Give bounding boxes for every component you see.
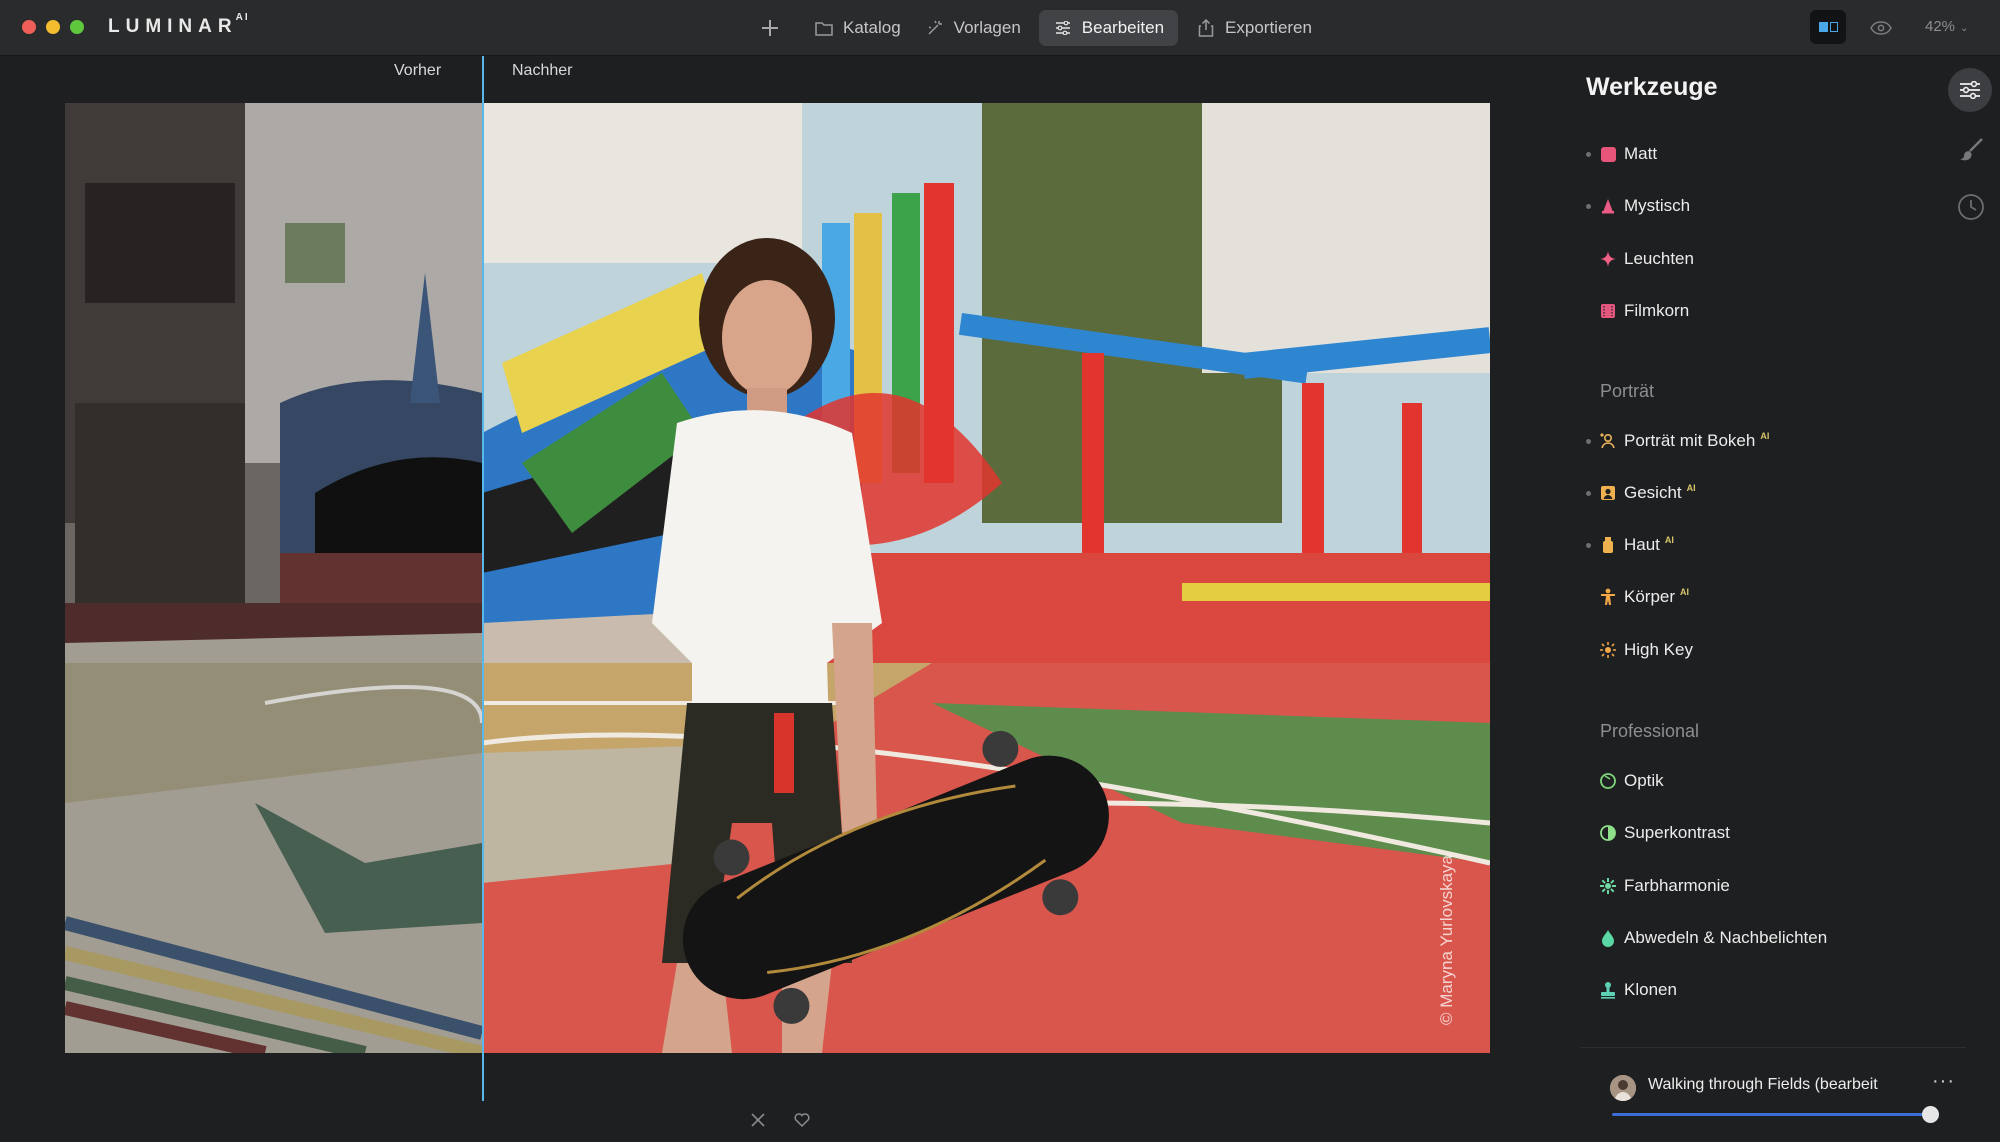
tab-katalog[interactable]: Katalog: [802, 10, 913, 46]
tab-exportieren[interactable]: Exportieren: [1184, 10, 1324, 46]
tool-label: Gesicht: [1624, 483, 1682, 502]
sparkle-icon: [925, 19, 945, 37]
brush-tab-button[interactable]: [1955, 134, 1987, 166]
window-minimize-button[interactable]: [46, 20, 60, 34]
ai-badge: AI: [1760, 431, 1770, 442]
tool-label: Farbharmonie: [1624, 876, 1730, 895]
photo-watermark: © Maryna Yurlovskaya: [1437, 854, 1456, 1025]
photo-before: [65, 103, 482, 1053]
tool-label: Haut: [1624, 535, 1660, 554]
preset-amount-slider-thumb[interactable]: [1922, 1106, 1939, 1123]
chevron-down-icon: ⌄: [1960, 23, 1969, 34]
before-after-split-handle[interactable]: [482, 56, 484, 1101]
compare-view-icon: [1818, 22, 1828, 32]
eye-icon: [1870, 21, 1892, 35]
color-harmony-icon: [1598, 876, 1618, 896]
after-label: Nachher: [512, 62, 573, 79]
panel-title: Werkzeuge: [1586, 73, 1718, 101]
window-close-button[interactable]: [22, 20, 36, 34]
optics-icon: [1598, 771, 1618, 791]
section-portrait[interactable]: Porträt: [1600, 381, 1654, 402]
clone-stamp-icon: [1598, 980, 1618, 1000]
photo-after: [482, 103, 1490, 1053]
photo-actions: [748, 1110, 812, 1130]
tool-label: Körper: [1624, 587, 1676, 606]
skin-icon: [1598, 535, 1618, 555]
close-icon: [751, 1113, 765, 1127]
tool-label: Filmkorn: [1624, 301, 1690, 320]
photo-canvas[interactable]: [65, 103, 1490, 1053]
applied-preset: Walking through Fields (bearbeit ···: [1580, 1047, 1966, 1142]
high-key-icon: [1598, 640, 1618, 660]
favorite-button[interactable]: [792, 1110, 812, 1130]
face-icon: [1598, 483, 1618, 503]
tab-katalog-label: Katalog: [843, 18, 901, 37]
ai-badge: AI: [1686, 483, 1696, 494]
ai-badge: AI: [1664, 535, 1674, 546]
brand-suffix: AI: [235, 11, 250, 23]
body-icon: [1598, 587, 1618, 607]
tool-label: Superkontrast: [1624, 823, 1730, 842]
film-grain-icon: [1598, 301, 1618, 321]
preset-amount-slider[interactable]: [1612, 1113, 1930, 1116]
tool-label: Optik: [1624, 771, 1664, 790]
sliders-icon: [1960, 81, 1980, 99]
portrait-bokeh-icon: [1598, 431, 1618, 451]
dodge-burn-icon: [1598, 928, 1618, 948]
brand-name: LUMINAR: [108, 16, 238, 37]
sliders-icon: [1053, 21, 1073, 35]
glow-icon: [1598, 249, 1618, 269]
tab-vorlagen[interactable]: Vorlagen: [913, 10, 1033, 46]
window-zoom-button[interactable]: [70, 20, 84, 34]
preset-thumbnail: [1610, 1075, 1636, 1101]
tools-tab-button[interactable]: [1948, 68, 1992, 112]
reject-button[interactable]: [748, 1110, 768, 1130]
tool-label: Klonen: [1624, 980, 1677, 999]
tool-label: High Key: [1624, 640, 1693, 659]
tab-vorlagen-label: Vorlagen: [953, 18, 1021, 37]
app-logo: LUMINARAI: [108, 12, 250, 38]
top-navigation: Katalog Vorlagen Bearbeiten Exportieren: [752, 10, 1324, 46]
tool-label: Mystisch: [1624, 196, 1691, 215]
tool-label: Leuchten: [1624, 249, 1694, 268]
tool-label: Matt: [1624, 144, 1658, 163]
more-options-button[interactable]: ···: [1932, 1070, 1955, 1093]
tab-bearbeiten[interactable]: Bearbeiten: [1038, 10, 1179, 46]
tab-exportieren-label: Exportieren: [1225, 18, 1312, 37]
folder-icon: [814, 21, 834, 36]
tab-bearbeiten-label: Bearbeiten: [1081, 18, 1165, 37]
zoom-dropdown[interactable]: 42% ⌄: [1925, 18, 1968, 35]
tool-label: Abwedeln & Nachbelichten: [1624, 928, 1828, 947]
tool-label: Porträt mit Bokeh: [1624, 431, 1756, 450]
ai-badge: AI: [1680, 587, 1690, 598]
supercontrast-icon: [1598, 823, 1618, 843]
title-bar: LUMINARAI Katalog Vorlagen Bearbeiten Ex…: [0, 0, 2000, 56]
section-professional[interactable]: Professional: [1600, 721, 1699, 742]
matte-icon: [1598, 144, 1618, 164]
mystic-icon: [1598, 196, 1618, 216]
preview-toggle-button[interactable]: [1866, 14, 1896, 42]
history-clock-icon: [1958, 194, 1984, 220]
zoom-value: 42%: [1925, 18, 1956, 35]
before-label: Vorher: [394, 62, 442, 79]
history-tab-button[interactable]: [1955, 191, 1987, 223]
add-photos-button[interactable]: [752, 10, 788, 46]
preset-name: Walking through Fields (bearbeit: [1648, 1076, 1878, 1093]
share-icon: [1196, 19, 1216, 37]
plus-icon: [762, 20, 778, 36]
brush-icon: [1960, 138, 1983, 161]
compare-view-button[interactable]: [1810, 10, 1846, 44]
heart-icon: [794, 1113, 810, 1127]
